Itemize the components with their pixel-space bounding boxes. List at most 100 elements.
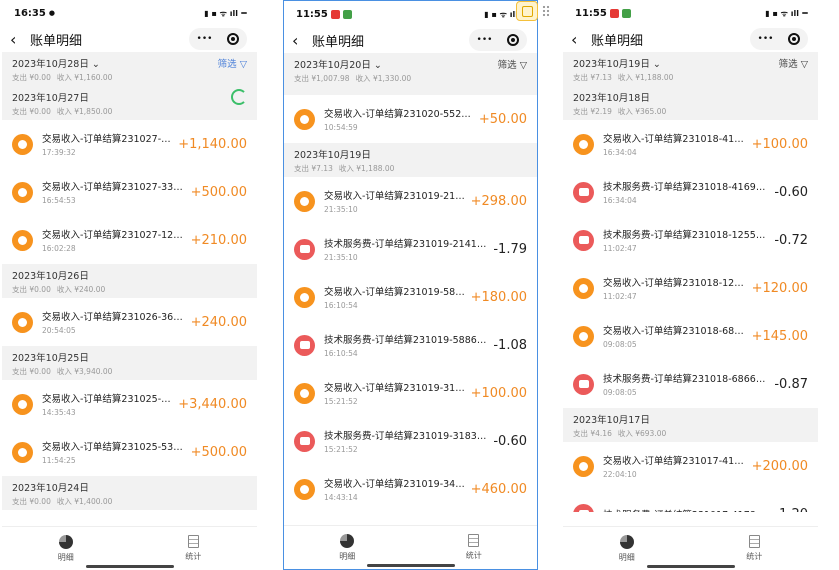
tab-stats-label: 统计 (746, 552, 763, 561)
transaction-row[interactable]: 交易收入-订单结算231019-3416051... 14:43:14 +460.0… (284, 465, 537, 513)
tab-detail[interactable]: 明细 (563, 527, 691, 570)
group-date: 2023年10月18日 (573, 93, 650, 104)
transaction-row[interactable]: 交易收入-订单结算231017-4178838... 22:04:10 +200.0… (563, 442, 818, 490)
transaction-body: 交易收入-订单结算231027-1261909... 16:02:28 (42, 227, 187, 253)
income-total: 收入 ¥240.00 (56, 285, 106, 294)
income-total: 收入 ¥1,188.00 (617, 73, 674, 82)
transaction-row[interactable]: 交易收入-订单结算231027-65805... 17:39:32 +1,140.0… (2, 120, 257, 168)
transaction-row[interactable]: 技术服务费-订单结算231019-214192690... 21:35:10 -1.… (284, 225, 537, 273)
income-icon (12, 393, 33, 415)
drag-handle-icon[interactable] (542, 5, 550, 17)
transaction-row[interactable]: 技术服务费-订单结算231019-318310992... 15:21:52 -0.… (284, 417, 537, 465)
transaction-body: 交易收入-订单结算231027-65805... 17:39:32 (42, 131, 174, 157)
transaction-time: 14:43:14 (324, 493, 358, 502)
floating-tool-icon[interactable] (516, 1, 538, 21)
status-left: 11:55 (575, 8, 631, 19)
transaction-title: 技术服务费-订单结算231019-318310992... (324, 431, 489, 442)
date-group-header[interactable]: 2023年10月28日 ⌄ 支出 ¥0.00 收入 ¥1,160.00 筛选 ▽ (2, 52, 257, 86)
close-target-icon[interactable] (507, 34, 520, 46)
transaction-row[interactable]: 技术服务费-订单结算231017-417883831... -1.20 (563, 490, 818, 512)
status-time: 11:55 (296, 8, 328, 20)
transaction-amount: -0.87 (774, 376, 808, 392)
transaction-amount: +50.00 (478, 111, 527, 127)
close-target-icon[interactable] (227, 33, 240, 45)
transaction-time: 20:54:05 (42, 326, 76, 335)
group-summary: 支出 ¥7.13 收入 ¥1,188.00 (573, 72, 808, 83)
income-icon (12, 181, 33, 203)
group-summary: 支出 ¥0.00 收入 ¥1,400.00 (12, 496, 247, 507)
transaction-body: 交易收入-订单结算231020-5525576... 10:54:59 (324, 106, 475, 132)
document-icon (187, 535, 199, 548)
transaction-time: 21:35:10 (324, 205, 358, 214)
group-date[interactable]: 2023年10月19日 ⌄ (573, 56, 808, 70)
transaction-row[interactable]: 交易收入-订单结算231019-2141926... 21:35:10 +298.0… (284, 177, 537, 225)
transaction-body: 交易收入-订单结算231018-1255355... 11:02:47 (603, 275, 748, 301)
tab-stats[interactable]: 统计 (130, 527, 258, 570)
transaction-row[interactable]: 交易收入-订单结算231018-1255355... 11:02:47 +120.0… (563, 264, 818, 312)
transaction-time: 09:08:05 (603, 388, 637, 397)
tab-stats[interactable]: 统计 (411, 526, 538, 569)
transaction-title: 交易收入-订单结算231018-1255355... (603, 278, 748, 289)
transaction-body: 技术服务费-订单结算231018-41690337... 16:34:04 (603, 179, 770, 205)
transaction-title: 技术服务费-订单结算231019-214192690... (324, 239, 489, 250)
more-icon[interactable]: ••• (197, 34, 213, 44)
transaction-row[interactable]: 技术服务费-订单结算231018-41690337... 16:34:04 -0.6… (563, 168, 818, 216)
bill-list: 2023年10月20日 ⌄ 支出 ¥1,007.98 收入 ¥1,330.00 筛选 … (284, 53, 537, 513)
more-icon[interactable]: ••• (758, 34, 774, 44)
filter-button[interactable]: 筛选 ▽ (498, 57, 527, 71)
transaction-row[interactable]: 技术服务费-订单结算231018-68663386... 09:08:05 -0.8… (563, 360, 818, 408)
transaction-row[interactable]: 交易收入-订单结算231025-533494... 11:54:25 +500.00 (2, 428, 257, 476)
transaction-row[interactable]: 交易收入-订单结算231018-4169033... 16:34:04 +100.0… (563, 120, 818, 168)
icon-glyph (300, 388, 309, 398)
filter-button[interactable]: 筛选 ▽ (218, 56, 247, 70)
status-bar: 11:55 ▮ ▪ ᯤ ıll (284, 1, 537, 27)
status-left: 11:55 (296, 9, 352, 20)
income-icon (573, 133, 594, 155)
group-date: 2023年10月17日 (573, 415, 650, 426)
close-target-icon[interactable] (788, 33, 801, 45)
transaction-time: 09:08:05 (603, 340, 637, 349)
income-icon (294, 190, 315, 212)
mini-program-capsule: ••• (750, 28, 808, 50)
date-group-header[interactable]: 2023年10月20日 ⌄ 支出 ¥1,007.98 收入 ¥1,330.00 筛选 … (284, 53, 537, 87)
more-icon[interactable]: ••• (477, 35, 493, 45)
group-date[interactable]: 2023年10月20日 ⌄ (294, 57, 527, 71)
transaction-amount: +500.00 (190, 444, 247, 460)
transaction-row[interactable]: 交易收入-订单结算231018-6866338... 09:08:05 +145.0… (563, 312, 818, 360)
signal-icon: ▮ ▪ ᯤ ıll (765, 8, 799, 18)
transaction-amount: +210.00 (190, 232, 247, 248)
back-arrow-icon[interactable]: ‹ (571, 30, 587, 49)
tab-stats-label: 统计 (465, 551, 482, 560)
transaction-row[interactable]: 技术服务费-订单结算231018-125535569... 11:02:47 -0.… (563, 216, 818, 264)
status-icons: ▮ ▪ ᯤ ıll (204, 8, 247, 19)
transaction-row[interactable]: 交易收入-订单结算231027-1261909... 16:02:28 +210.0… (2, 216, 257, 264)
expense-total: 支出 ¥2.19 (573, 107, 612, 116)
transaction-row[interactable]: 交易收入-订单结算231025-16379... 14:35:43 +3,440.0… (2, 380, 257, 428)
group-summary: 支出 ¥7.13 收入 ¥1,188.00 (294, 163, 527, 174)
transaction-time: 11:02:47 (603, 244, 637, 253)
back-arrow-icon[interactable]: ‹ (292, 31, 308, 50)
tab-detail[interactable]: 明细 (284, 526, 411, 569)
wechat-icon: ● (48, 9, 55, 17)
expense-total: 支出 ¥7.13 (294, 164, 333, 173)
transaction-row[interactable]: 交易收入-订单结算231019-5886496... 16:10:54 +180.0… (284, 273, 537, 321)
transaction-row[interactable]: 技术服务费-订单结算231019-58864965... 16:10:54 -1.0… (284, 321, 537, 369)
refresh-icon[interactable] (231, 89, 247, 105)
tab-detail[interactable]: 明细 (2, 527, 130, 570)
transaction-row[interactable]: 交易收入-订单结算231027-339240... 16:54:53 +500.00 (2, 168, 257, 216)
pie-chart-icon (619, 534, 634, 549)
date-group-header[interactable]: 2023年10月19日 ⌄ 支出 ¥7.13 收入 ¥1,188.00 筛选 ▽ (563, 52, 818, 86)
icon-glyph (578, 188, 589, 196)
transaction-row[interactable]: 交易收入-订单结算231019-3183109... 15:21:52 +100.0… (284, 369, 537, 417)
transaction-row[interactable]: 交易收入-订单结算231020-5525576... 10:54:59 +50.00 (284, 95, 537, 143)
tab-stats[interactable]: 统计 (691, 527, 819, 570)
icon-glyph (579, 461, 588, 471)
filter-button[interactable]: 筛选 ▽ (779, 56, 808, 70)
service-fee-icon (573, 503, 594, 512)
transaction-body: 交易收入-订单结算231019-2141926... 21:35:10 (324, 188, 467, 214)
transaction-title: 交易收入-订单结算231027-1261909... (42, 230, 187, 241)
back-arrow-icon[interactable]: ‹ (10, 30, 26, 49)
transaction-row[interactable]: 交易收入-订单结算231026-3616801... 20:54:05 +240.0… (2, 298, 257, 346)
transaction-time: 17:39:32 (42, 148, 76, 157)
group-date[interactable]: 2023年10月28日 ⌄ (12, 56, 247, 70)
